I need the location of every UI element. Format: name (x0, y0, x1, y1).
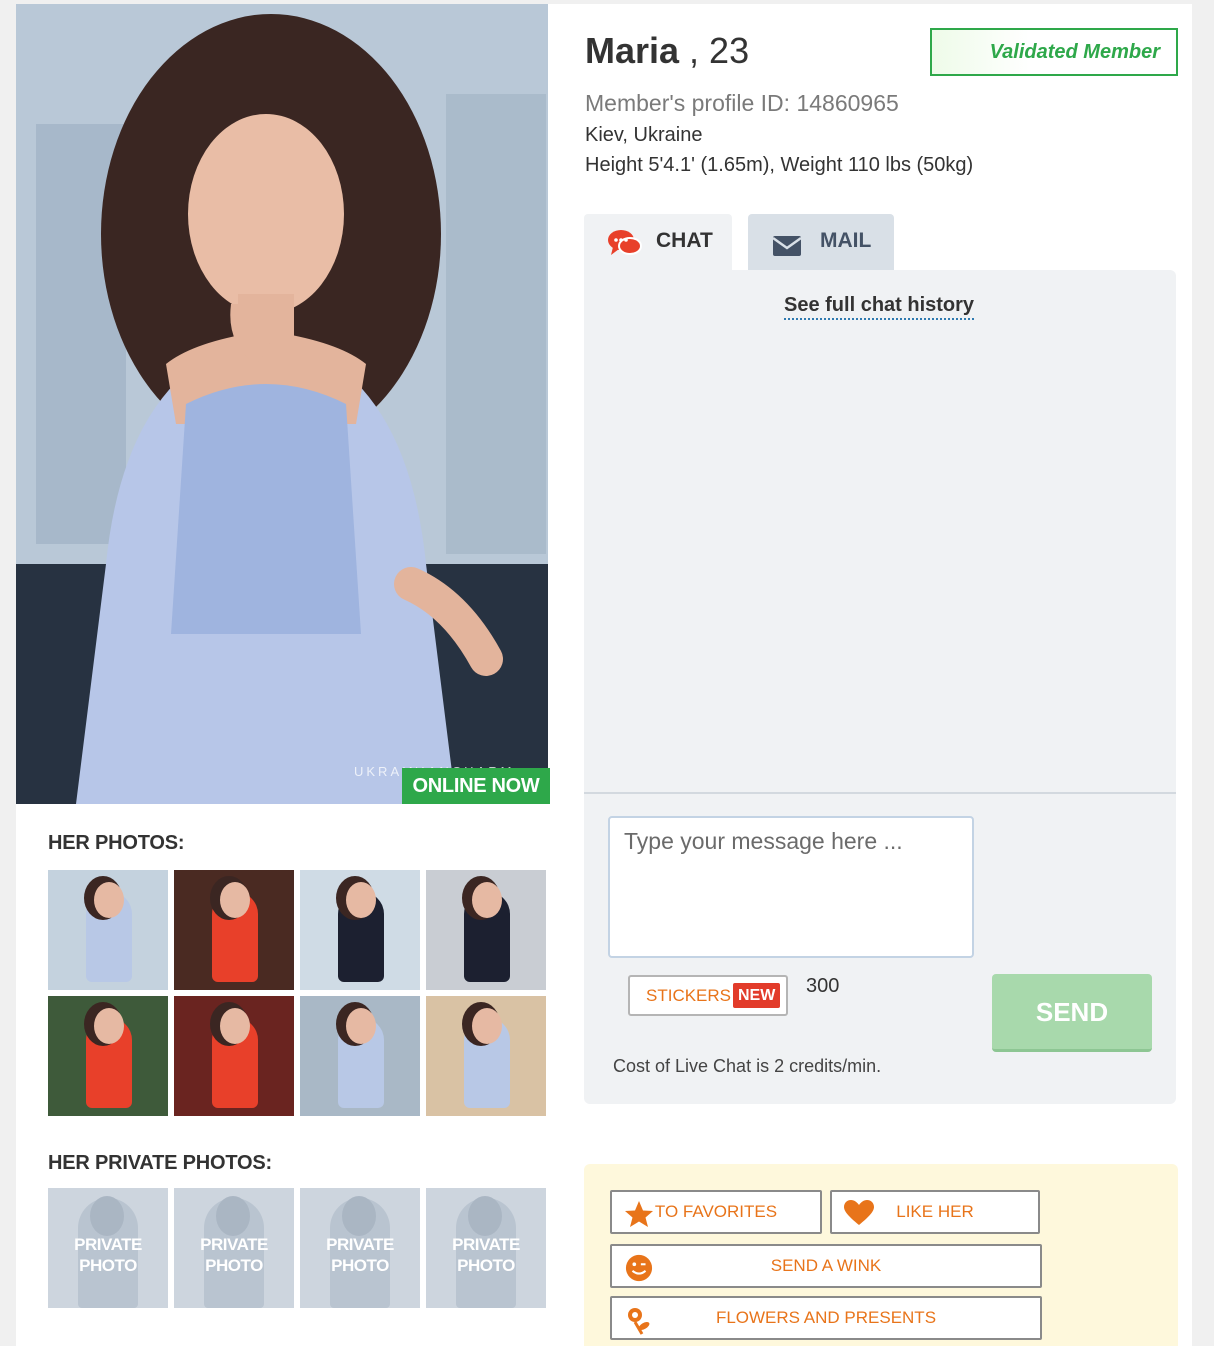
chat-cost-note: Cost of Live Chat is 2 credits/min. (613, 1056, 882, 1076)
tab-mail-label: MAIL (820, 229, 872, 252)
send-wink-button[interactable]: SEND A WINK (610, 1244, 1042, 1288)
photo-thumbnail[interactable] (48, 870, 168, 990)
to-favorites-label: TO FAVORITES (654, 1202, 778, 1221)
photo-thumbnails (48, 870, 546, 1116)
private-photo-line2: PHOTO (79, 1256, 137, 1275)
tab-chat-label: CHAT (656, 229, 713, 252)
flower-icon (624, 1306, 654, 1346)
private-photo-line1: PRIVATE (326, 1235, 394, 1254)
like-her-button[interactable]: LIKE HER (830, 1190, 1040, 1234)
her-photos-title: HER PHOTOS: (48, 832, 185, 854)
chat-divider (584, 792, 1176, 794)
to-favorites-button[interactable]: TO FAVORITES (610, 1190, 822, 1234)
online-now-badge: ONLINE NOW (402, 768, 550, 804)
profile-name-age: Maria , 23 (585, 30, 749, 72)
photo-thumbnail[interactable] (300, 870, 420, 990)
private-photo-thumbnails: PRIVATE PHOTO PRIVATE PHOTO PRIVATE PHOTO PRIV… (48, 1188, 546, 1308)
tab-mail[interactable]: MAIL (748, 214, 894, 270)
private-photo-thumbnail[interactable]: PRIVATE PHOTO (426, 1188, 546, 1308)
heart-icon (844, 1200, 874, 1241)
like-her-label: LIKE HER (896, 1202, 974, 1221)
flowers-presents-button[interactable]: FLOWERS AND PRESENTS (610, 1296, 1042, 1340)
thumbnail-head (220, 882, 250, 918)
private-photo-line2: PHOTO (205, 1256, 263, 1275)
star-icon (624, 1200, 654, 1243)
photo-thumbnail[interactable] (426, 870, 546, 990)
private-photo-thumbnail[interactable]: PRIVATE PHOTO (48, 1188, 168, 1308)
send-button[interactable]: SEND (992, 974, 1152, 1052)
profile-photo-illustration (16, 4, 548, 804)
private-photo-label: PRIVATE PHOTO (174, 1234, 294, 1276)
full-chat-history-link[interactable]: See full chat history (784, 294, 975, 320)
chat-message-input[interactable] (608, 816, 974, 958)
private-photo-thumbnail[interactable]: PRIVATE PHOTO (300, 1188, 420, 1308)
private-photo-line2: PHOTO (457, 1256, 515, 1275)
silhouette-head (468, 1196, 502, 1236)
silhouette-head (216, 1196, 250, 1236)
main-profile-photo[interactable] (16, 4, 548, 804)
silhouette-head (90, 1196, 124, 1236)
send-wink-label: SEND A WINK (770, 1256, 882, 1275)
private-photo-label: PRIVATE PHOTO (48, 1234, 168, 1276)
thumbnail-head (472, 882, 502, 918)
private-photo-line1: PRIVATE (74, 1235, 142, 1254)
stickers-label: STICKERS (646, 986, 732, 1005)
photo-thumbnail[interactable] (300, 996, 420, 1116)
stickers-button[interactable]: STICKERS NEW (628, 975, 788, 1016)
profile-age: , 23 (679, 30, 750, 71)
profile-name: Maria (585, 30, 680, 71)
private-photo-line1: PRIVATE (452, 1235, 520, 1254)
photo-thumbnail[interactable] (174, 996, 294, 1116)
private-photo-line2: PHOTO (331, 1256, 389, 1275)
profile-height-weight: Height 5'4.1' (1.65m), Weight 110 lbs (5… (585, 154, 974, 176)
her-private-photos-title: HER PRIVATE PHOTOS: (48, 1152, 273, 1174)
character-count: 300 (806, 975, 840, 997)
tab-chat[interactable]: CHAT (584, 214, 732, 270)
thumbnail-head (220, 1008, 250, 1044)
private-photo-line1: PRIVATE (200, 1235, 268, 1254)
thumbnail-head (94, 1008, 124, 1044)
profile-id: Member's profile ID: 14860965 (585, 90, 899, 116)
new-badge: NEW (733, 983, 781, 1008)
thumbnail-head (346, 882, 376, 918)
thumbnail-head (472, 1008, 502, 1044)
private-photo-label: PRIVATE PHOTO (426, 1234, 546, 1276)
profile-location: Kiev, Ukraine (585, 124, 703, 146)
private-photo-thumbnail[interactable]: PRIVATE PHOTO (174, 1188, 294, 1308)
thumbnail-head (94, 882, 124, 918)
validated-member-badge: Validated Member (930, 28, 1178, 76)
photo-thumbnail[interactable] (48, 996, 168, 1116)
private-photo-label: PRIVATE PHOTO (300, 1234, 420, 1276)
silhouette-head (342, 1196, 376, 1236)
thumbnail-head (346, 1008, 376, 1044)
flowers-presents-label: FLOWERS AND PRESENTS (715, 1308, 937, 1327)
smiley-icon (624, 1254, 654, 1297)
photo-thumbnail[interactable] (174, 870, 294, 990)
photo-thumbnail[interactable] (426, 996, 546, 1116)
